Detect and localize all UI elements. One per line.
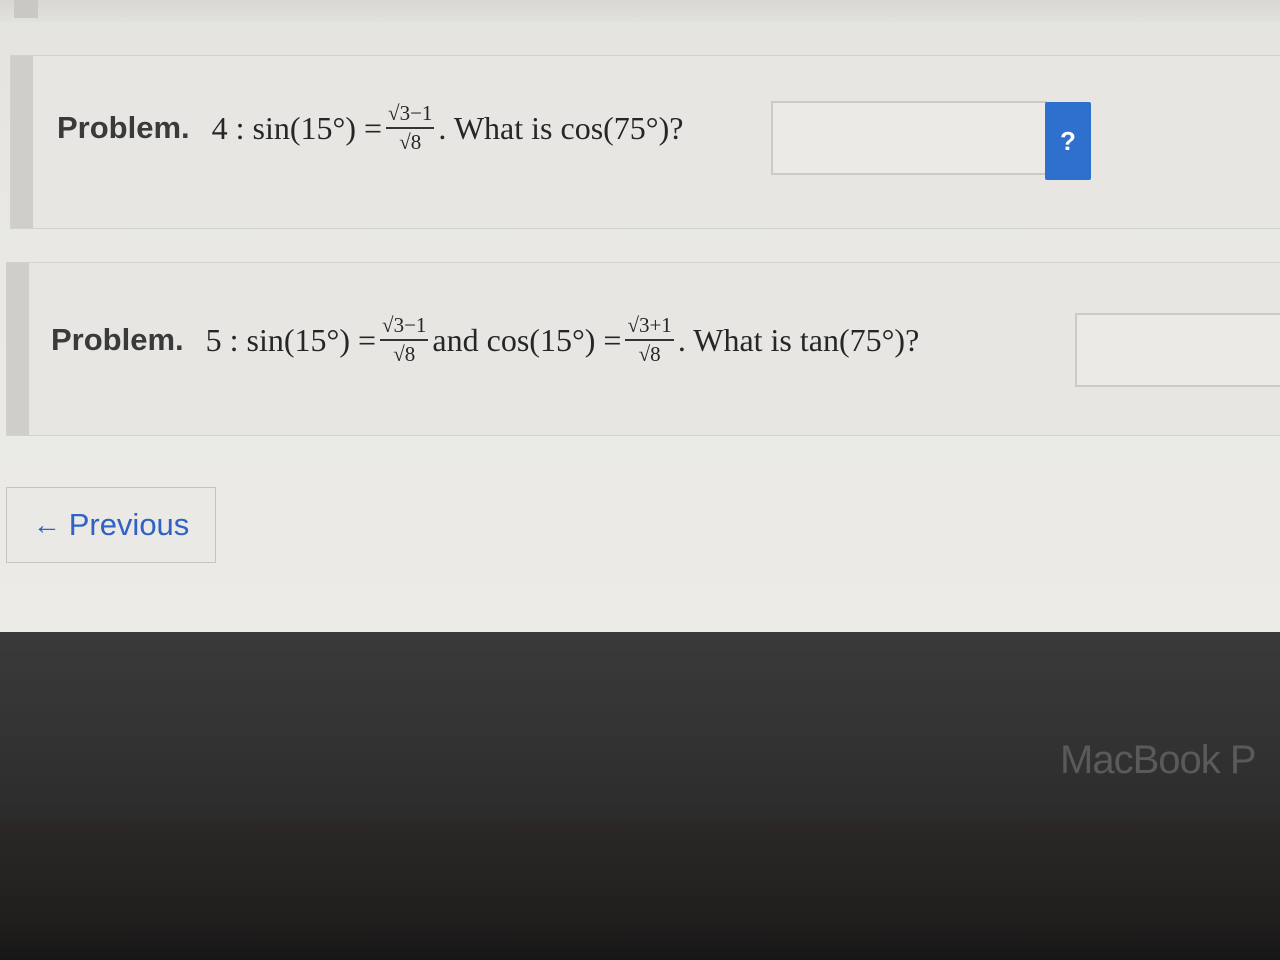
problem-question: . What is tan(75°)?	[677, 321, 920, 358]
problem-math-middle: and cos(15°) =	[432, 321, 622, 358]
problem-question: . What is cos(75°)?	[438, 109, 684, 146]
laptop-keyboard-deck	[0, 820, 1280, 960]
fraction-denominator: √8	[393, 342, 416, 366]
card-accent-bar	[11, 56, 33, 228]
problem-math-prefix: 4 : sin(15°) =	[211, 109, 383, 146]
fraction: √3−1 √8	[386, 103, 435, 154]
previous-card-edge	[0, 0, 1280, 22]
fraction: √3+1 √8	[625, 315, 674, 366]
problem-card-5: Problem. 5 : sin(15°) = √3−1 √8 and cos(…	[6, 262, 1280, 436]
card-edge-nub	[14, 0, 38, 18]
previous-button[interactable]: ← Previous	[6, 487, 216, 563]
problem-statement: Problem. 5 : sin(15°) = √3−1 √8 and cos(…	[51, 315, 919, 365]
browser-viewport: Problem. 4 : sin(15°) = √3−1 √8 . What i…	[0, 0, 1280, 640]
problem-label: Problem.	[57, 110, 190, 145]
fraction-denominator: √8	[399, 130, 422, 154]
arrow-left-icon: ←	[32, 509, 61, 540]
answer-input[interactable]	[771, 101, 1047, 175]
problem-label: Problem.	[51, 322, 184, 357]
problem-statement: Problem. 4 : sin(15°) = √3−1 √8 . What i…	[57, 103, 683, 153]
fraction-numerator: √3+1	[625, 315, 674, 341]
answer-input[interactable]	[1075, 313, 1280, 387]
previous-label: Previous	[68, 507, 190, 542]
fraction-denominator: √8	[638, 342, 661, 366]
card-accent-bar	[7, 263, 29, 435]
problem-card-4: Problem. 4 : sin(15°) = √3−1 √8 . What i…	[10, 55, 1280, 229]
fraction-numerator: √3−1	[386, 103, 435, 129]
laptop-brand-label: MacBook P	[1060, 738, 1257, 782]
problem-math-prefix: 5 : sin(15°) =	[205, 321, 377, 358]
help-button[interactable]: ?	[1045, 102, 1091, 180]
fraction: √3−1 √8	[380, 315, 429, 366]
fraction-numerator: √3−1	[380, 315, 429, 341]
laptop-bezel	[0, 632, 1280, 822]
